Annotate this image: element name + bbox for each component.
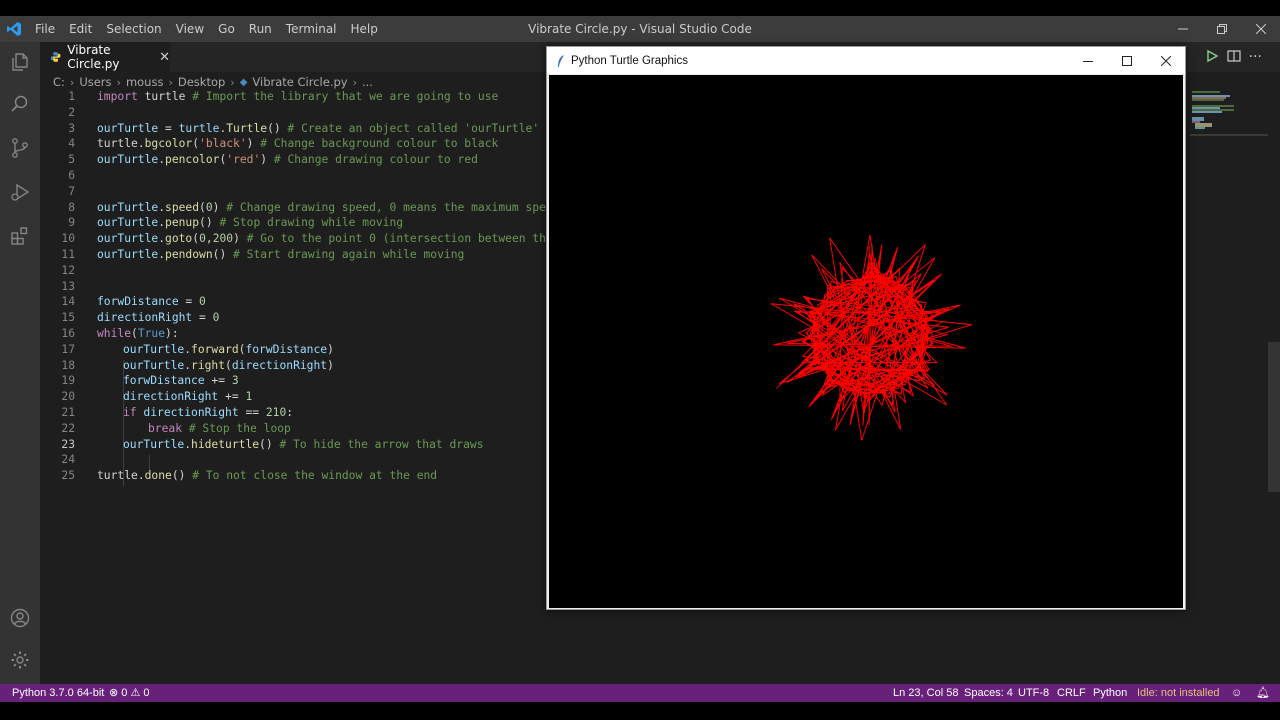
code-line: 17 ourTurtle.forward(forwDistance) (61, 342, 334, 356)
turtle-close-icon[interactable] (1147, 47, 1185, 74)
menu-terminal[interactable]: Terminal (279, 16, 344, 42)
activity-bar (0, 42, 40, 684)
cursor-position[interactable]: Ln 23, Col 58 (893, 684, 958, 702)
code-line-current: 23 ourTurtle.hideturtle() # To hide the a… (61, 437, 484, 451)
code-line: 14 forwDistance = 0 (61, 295, 206, 309)
run-debug-icon[interactable] (0, 172, 40, 212)
problems-indicator[interactable]: ⊗ 0 ⚠ 0 (109, 684, 150, 702)
extensions-icon[interactable] (0, 216, 40, 256)
minimap[interactable] (1190, 90, 1268, 136)
code-line: 19 forwDistance += 3 (61, 374, 239, 388)
breadcrumb-item[interactable]: ... (362, 75, 373, 89)
window-controls (1163, 16, 1280, 42)
code-line: 5 ourTurtle.pencolor('red') # Change draw… (68, 153, 478, 167)
language-mode[interactable]: Python (1093, 684, 1127, 702)
feather-icon (551, 54, 571, 68)
code-line: 8 ourTurtle.speed(0) # Change drawing spe… (68, 200, 560, 214)
settings-gear-icon[interactable] (0, 640, 40, 680)
menu-bar: File Edit Selection View Go Run Terminal… (28, 16, 385, 42)
code-line: 11 ourTurtle.pendown() # Start drawing ag… (61, 248, 465, 261)
python-file-icon (50, 52, 61, 62)
code-line: 3 ourTurtle = turtle.Turtle() # Create an… (68, 121, 540, 135)
menu-view[interactable]: View (169, 16, 211, 42)
status-bar: Python 3.7.0 64-bit ⊗ 0 ⚠ 0 Ln 23, Col 5… (0, 684, 1280, 702)
code-line: 13 (61, 279, 75, 293)
breadcrumb-item[interactable]: Desktop (178, 75, 225, 89)
code-line: 24 (61, 453, 75, 467)
code-line: 25 turtle.done() # To not close the windo… (61, 469, 438, 483)
code-line: 12 (61, 263, 75, 277)
turtle-graphics-window: Python Turtle Graphics (546, 46, 1186, 610)
error-icon: ⊗ (109, 687, 119, 699)
code-line: 16 while(True): (61, 327, 179, 340)
menu-help[interactable]: Help (344, 16, 385, 42)
code-line: 20 directionRight += 1 (61, 390, 253, 404)
breadcrumb-separator-icon: › (116, 75, 121, 89)
encoding[interactable]: UTF-8 (1018, 684, 1049, 702)
tab-vibrate-circle[interactable]: Vibrate Circle.py ✕ (40, 42, 170, 72)
code-line: 10 ourTurtle.goto(0,200) # Go to the poin… (61, 232, 567, 246)
menu-run[interactable]: Run (242, 16, 279, 42)
turtle-minimize-icon[interactable] (1069, 47, 1107, 74)
menu-file[interactable]: File (28, 16, 62, 42)
tab-label: Vibrate Circle.py (67, 43, 120, 71)
idle-status[interactable]: Idle: not installed (1137, 684, 1220, 702)
turtle-canvas (549, 75, 1183, 608)
turtle-trail (770, 234, 972, 441)
search-icon[interactable] (0, 84, 40, 124)
notifications-bell-icon[interactable]: 🔔︎ (1256, 684, 1270, 702)
breadcrumb-item[interactable]: Vibrate Circle.py (252, 75, 347, 89)
feedback-icon[interactable]: ☺ (1231, 684, 1242, 702)
menu-go[interactable]: Go (211, 16, 242, 42)
python-interpreter[interactable]: Python 3.7.0 64-bit (12, 684, 104, 702)
breadcrumb-item[interactable]: mouss (126, 75, 164, 89)
breadcrumb-file-icon: ◆ (239, 76, 248, 88)
turtle-title-bar: Python Turtle Graphics (547, 47, 1185, 74)
menu-edit[interactable]: Edit (62, 16, 99, 42)
breadcrumb-separator-icon: › (69, 75, 75, 89)
warning-count: 0 (143, 687, 150, 699)
code-line: 15 directionRight = 0 (61, 311, 220, 325)
minimize-icon[interactable] (1163, 16, 1202, 42)
code-line: 22 break # Stop the loop (61, 421, 291, 435)
code-line: 6 (68, 169, 75, 182)
code-line: 1 import turtle # Import the library that… (68, 90, 499, 103)
vscode-logo-icon (0, 16, 28, 42)
run-file-icon[interactable] (1205, 49, 1219, 66)
breadcrumb-item[interactable]: C: (53, 75, 65, 89)
restore-icon[interactable] (1202, 16, 1241, 42)
turtle-drawing (770, 234, 972, 441)
error-count: 0 (121, 687, 128, 699)
tab-close-icon[interactable]: ✕ (159, 50, 170, 65)
code-line: 9 ourTurtle.penup() # Stop drawing while … (68, 216, 404, 230)
code-line: 2 (68, 105, 75, 119)
scrollbar-thumb[interactable] (1268, 342, 1280, 492)
line-ending[interactable]: CRLF (1057, 684, 1086, 702)
warning-icon: ⚠ (130, 687, 141, 699)
breadcrumb-separator-icon: › (168, 75, 173, 89)
split-editor-icon[interactable] (1227, 49, 1241, 66)
more-actions-icon[interactable]: ··· (1249, 49, 1262, 65)
code-line: 18 ourTurtle.right(directionRight) (61, 358, 334, 372)
title-bar: File Edit Selection View Go Run Terminal… (0, 16, 1280, 42)
source-control-icon[interactable] (0, 128, 40, 168)
breadcrumb-separator-icon: › (352, 75, 357, 89)
account-icon[interactable] (0, 598, 40, 638)
editor-actions: ··· (1205, 42, 1262, 72)
close-icon[interactable] (1241, 16, 1280, 42)
letterbox-bottom (0, 702, 1280, 720)
explorer-icon[interactable] (0, 42, 40, 82)
letterbox-top (0, 0, 1280, 16)
menu-selection[interactable]: Selection (99, 16, 168, 42)
breadcrumb-separator-icon: › (230, 75, 235, 89)
code-line: 4 turtle.bgcolor('black') # Change backgr… (68, 137, 499, 151)
breadcrumb-item[interactable]: Users (79, 75, 111, 89)
turtle-maximize-icon[interactable] (1108, 47, 1146, 74)
code-line: 21 if directionRight == 210: (61, 406, 294, 419)
indentation[interactable]: Spaces: 4 (964, 684, 1013, 702)
code-line: 7 (68, 184, 75, 198)
turtle-window-title: Python Turtle Graphics (571, 54, 688, 67)
